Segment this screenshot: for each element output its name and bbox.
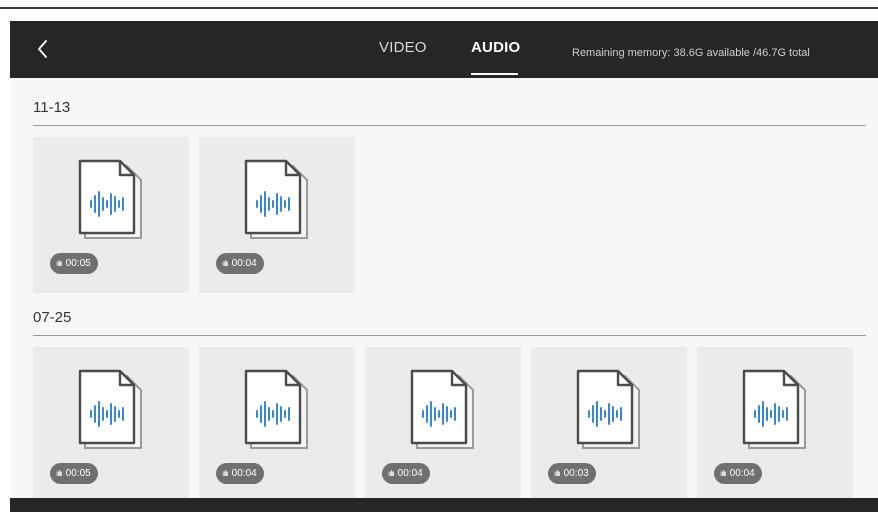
duration-label: 00:05: [65, 468, 91, 479]
audio-file-icon: [742, 369, 806, 449]
audio-thumbnail[interactable]: ıılıı 00:04: [199, 347, 355, 503]
waveform-icon: ıılıı: [56, 259, 63, 268]
duration-label: 00:04: [729, 468, 755, 479]
back-button[interactable]: [32, 36, 56, 62]
audio-file-icon: [410, 369, 474, 449]
duration-label: 00:05: [65, 258, 91, 269]
waveform-icon: ıılıı: [222, 259, 229, 268]
duration-badge: ıılıı 00:03: [548, 463, 596, 484]
audio-thumbnail[interactable]: ıılıı 00:05: [33, 347, 189, 503]
date-header: 11-13: [33, 99, 71, 116]
audio-thumbnail[interactable]: ıılıı 00:05: [33, 137, 189, 293]
tab-video[interactable]: VIDEO: [379, 39, 427, 56]
waveform-icon: ıılıı: [56, 469, 63, 478]
audio-thumbnail[interactable]: ıılıı 00:04: [199, 137, 355, 293]
audio-file-icon: [78, 369, 142, 449]
date-header: 07-25: [33, 309, 72, 326]
waveform-icon: ıılıı: [720, 469, 727, 478]
active-tab-indicator: [471, 73, 518, 75]
audio-thumbnail[interactable]: ıılıı 00:04: [365, 347, 521, 503]
duration-label: 00:04: [397, 468, 423, 479]
memory-status: Remaining memory: 38.6G available /46.7G…: [572, 47, 810, 59]
top-bar: VIDEO AUDIO Remaining memory: 38.6G avai…: [10, 21, 878, 78]
duration-badge: ıılıı 00:04: [382, 463, 430, 484]
divider: [33, 335, 866, 336]
bottom-bar: [10, 498, 878, 512]
duration-badge: ıılıı 00:05: [50, 463, 98, 484]
audio-list[interactable]: 11-13 ıılıı 00:05 ıılıı 00:04 07-25 ıılıı 00…: [10, 78, 878, 503]
duration-badge: ıılıı 00:05: [50, 253, 98, 274]
audio-file-icon: [576, 369, 640, 449]
audio-thumbnail[interactable]: ıılıı 00:04: [697, 347, 853, 503]
waveform-icon: ıılıı: [222, 469, 229, 478]
duration-label: 00:04: [231, 468, 257, 479]
audio-file-icon: [78, 159, 142, 239]
duration-badge: ıılıı 00:04: [216, 463, 264, 484]
window-top-edge: [0, 0, 878, 9]
chevron-left-icon: [38, 40, 47, 58]
audio-file-icon: [244, 159, 308, 239]
duration-badge: ıılıı 00:04: [714, 463, 762, 484]
duration-badge: ıılıı 00:04: [216, 253, 264, 274]
waveform-icon: ıılıı: [554, 469, 561, 478]
tab-audio[interactable]: AUDIO: [471, 39, 520, 56]
duration-label: 00:03: [563, 468, 589, 479]
duration-label: 00:04: [231, 258, 257, 269]
audio-file-icon: [244, 369, 308, 449]
audio-thumbnail[interactable]: ıılıı 00:03: [531, 347, 687, 503]
divider: [33, 125, 866, 126]
waveform-icon: ıılıı: [388, 469, 395, 478]
